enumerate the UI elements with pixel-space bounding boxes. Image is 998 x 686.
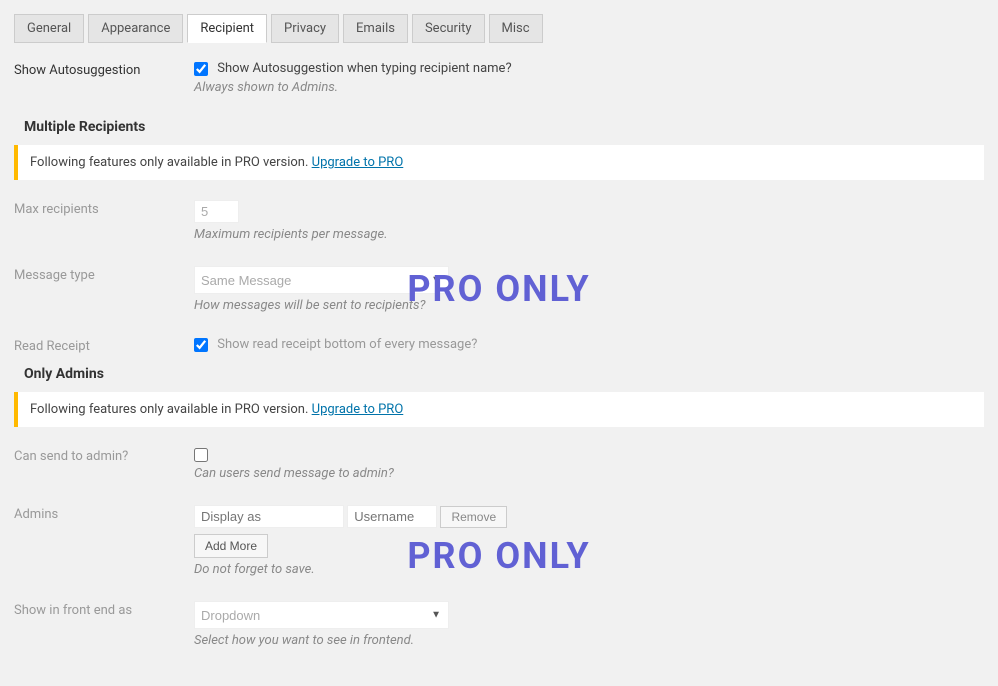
checkbox-read-receipt[interactable] — [194, 338, 208, 352]
tab-security[interactable]: Security — [412, 14, 485, 43]
section-only-admins: Only Admins — [24, 366, 984, 382]
label-read-receipt: Read Receipt — [14, 337, 194, 354]
checkbox-label-read-receipt: Show read receipt bottom of every messag… — [217, 337, 477, 352]
tab-appearance[interactable]: Appearance — [88, 14, 183, 43]
tab-general[interactable]: General — [14, 14, 84, 43]
checkbox-can-send-admin[interactable] — [194, 448, 208, 462]
help-admins: Do not forget to save. — [194, 562, 984, 577]
label-show-frontend: Show in front end as — [14, 601, 194, 618]
help-show-frontend: Select how you want to see in frontend. — [194, 633, 984, 648]
label-admins: Admins — [14, 505, 194, 522]
input-username[interactable] — [347, 505, 437, 528]
help-message-type: How messages will be sent to recipients? — [194, 298, 984, 313]
tabs-nav: General Appearance Recipient Privacy Ema… — [14, 14, 984, 43]
tab-emails[interactable]: Emails — [343, 14, 408, 43]
upgrade-link-1[interactable]: Upgrade to PRO — [312, 155, 404, 170]
input-max-recipients[interactable] — [194, 200, 239, 223]
notice-pro-2: Following features only available in PRO… — [14, 392, 984, 427]
upgrade-link-2[interactable]: Upgrade to PRO — [312, 402, 404, 417]
section-multiple-recipients: Multiple Recipients — [24, 119, 984, 135]
notice-text-2: Following features only available in PRO… — [30, 402, 308, 417]
pro-section-2: PRO ONLY Can send to admin? Can users se… — [14, 447, 984, 648]
select-message-type[interactable]: Same Message — [194, 266, 449, 294]
notice-text-1: Following features only available in PRO… — [30, 155, 308, 170]
select-show-frontend[interactable]: Dropdown — [194, 601, 449, 629]
help-can-send-admin: Can users send message to admin? — [194, 466, 984, 481]
input-display-as[interactable] — [194, 505, 344, 528]
label-max-recipients: Max recipients — [14, 200, 194, 217]
tab-privacy[interactable]: Privacy — [271, 14, 339, 43]
add-more-button[interactable]: Add More — [194, 534, 268, 558]
row-show-frontend: Show in front end as Dropdown ▼ Select h… — [14, 601, 984, 648]
help-autosuggestion: Always shown to Admins. — [194, 80, 984, 95]
checkbox-label-autosuggestion: Show Autosuggestion when typing recipien… — [217, 61, 511, 76]
row-message-type: Message type Same Message ▼ How messages… — [14, 266, 984, 313]
tab-misc[interactable]: Misc — [489, 14, 543, 43]
label-show-autosuggestion: Show Autosuggestion — [14, 61, 194, 78]
row-can-send-admin: Can send to admin? Can users send messag… — [14, 447, 984, 481]
notice-pro-1: Following features only available in PRO… — [14, 145, 984, 180]
row-admins: Admins Remove Add More Do not forget to … — [14, 505, 984, 577]
remove-button[interactable]: Remove — [440, 506, 507, 528]
checkbox-show-autosuggestion[interactable] — [194, 62, 208, 76]
help-max-recipients: Maximum recipients per message. — [194, 227, 984, 242]
label-message-type: Message type — [14, 266, 194, 283]
pro-section-1: PRO ONLY Max recipients Maximum recipien… — [14, 200, 984, 354]
tab-recipient[interactable]: Recipient — [187, 14, 267, 43]
row-read-receipt: Read Receipt Show read receipt bottom of… — [14, 337, 984, 354]
label-can-send-admin: Can send to admin? — [14, 447, 194, 464]
row-max-recipients: Max recipients Maximum recipients per me… — [14, 200, 984, 242]
row-show-autosuggestion: Show Autosuggestion Show Autosuggestion … — [14, 61, 984, 95]
